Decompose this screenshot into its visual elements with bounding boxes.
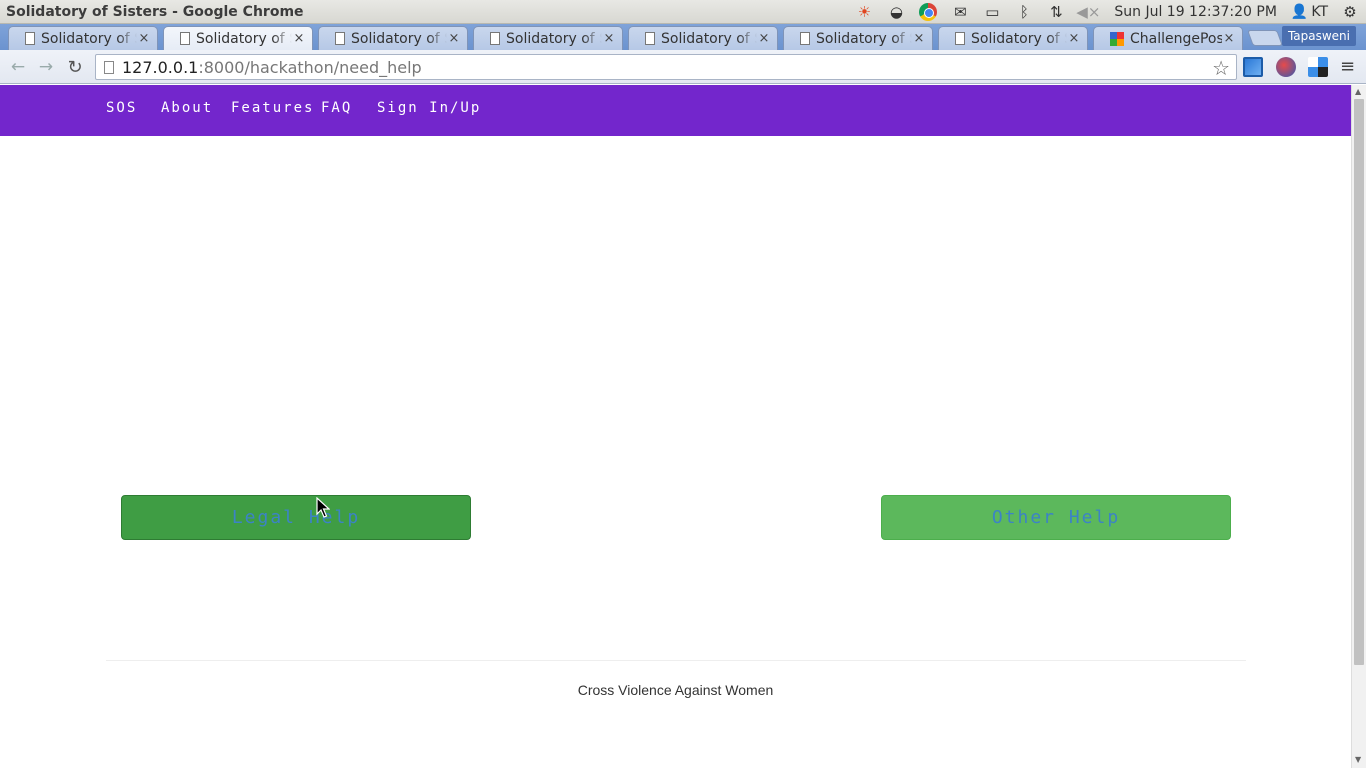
close-icon[interactable]: × bbox=[757, 31, 771, 46]
close-icon[interactable]: × bbox=[1222, 31, 1236, 46]
close-icon[interactable]: × bbox=[1067, 31, 1081, 46]
system-tray: ☀ ◒ ✉ ▭ ᛒ ⇅ ◀× Sun Jul 19 12:37:20 PM 👤 … bbox=[848, 0, 1366, 24]
back-button[interactable]: ← bbox=[7, 56, 29, 78]
url-host: 127.0.0.1 bbox=[122, 57, 199, 77]
forward-button[interactable]: → bbox=[35, 56, 57, 78]
tab-label: ChallengePost bbox=[1130, 30, 1222, 47]
tab-label: Solidatory of S bbox=[971, 30, 1067, 47]
chrome-menu-icon[interactable]: ≡ bbox=[1340, 58, 1358, 76]
page-viewport: SOS About Features FAQ Sign In/Up Legal … bbox=[0, 85, 1351, 768]
site-navbar: SOS About Features FAQ Sign In/Up bbox=[0, 85, 1351, 136]
transfer-icon[interactable]: ⇅ bbox=[1040, 0, 1072, 24]
reload-button[interactable]: ↻ bbox=[64, 56, 86, 78]
tab-label: Solidatory of S bbox=[351, 30, 447, 47]
other-help-button[interactable]: Other Help bbox=[881, 495, 1231, 540]
page-icon bbox=[335, 32, 345, 45]
bookmark-star-icon[interactable]: ☆ bbox=[1212, 56, 1230, 80]
mail-icon[interactable]: ✉ bbox=[944, 0, 976, 24]
mouse-cursor-icon bbox=[316, 497, 330, 518]
sun-icon[interactable]: ☀ bbox=[848, 0, 880, 24]
close-icon[interactable]: × bbox=[602, 31, 616, 46]
tab-label: Solidatory of S bbox=[661, 30, 757, 47]
nav-link-about[interactable]: About bbox=[161, 100, 213, 116]
browser-tab[interactable]: Solidatory of S × bbox=[938, 26, 1088, 50]
page-icon bbox=[645, 32, 655, 45]
browser-tab[interactable]: Solidatory of S × bbox=[8, 26, 158, 50]
user-name: KT bbox=[1311, 4, 1328, 20]
page-icon bbox=[25, 32, 35, 45]
extension-icon[interactable] bbox=[1308, 57, 1328, 77]
close-icon[interactable]: × bbox=[137, 31, 151, 46]
browser-toolbar: ← → ↻ 127.0.0.1:8000/hackathon/need_help… bbox=[0, 50, 1366, 84]
browser-tab[interactable]: Solidatory of S × bbox=[473, 26, 623, 50]
tab-label: Solidatory of S bbox=[41, 30, 137, 47]
new-tab-button[interactable] bbox=[1247, 30, 1283, 46]
scroll-thumb[interactable] bbox=[1354, 99, 1364, 665]
user-menu[interactable]: 👤 KT bbox=[1285, 4, 1334, 20]
tab-label: Solidatory of S bbox=[506, 30, 602, 47]
browser-tab[interactable]: ChallengePost × bbox=[1093, 26, 1243, 50]
close-icon[interactable]: × bbox=[447, 31, 461, 46]
window-title: Solidatory of Sisters - Google Chrome bbox=[6, 3, 304, 20]
tab-strip: Solidatory of S × Solidatory of S × Soli… bbox=[0, 24, 1366, 50]
url-path: :8000/hackathon/need_help bbox=[198, 57, 422, 77]
page-scrollbar[interactable]: ▲ ▼ bbox=[1351, 85, 1366, 768]
extension-icon[interactable] bbox=[1276, 57, 1296, 77]
volume-muted-icon[interactable]: ◀× bbox=[1072, 0, 1104, 24]
battery-icon[interactable]: ▭ bbox=[976, 0, 1008, 24]
page-icon bbox=[955, 32, 965, 45]
tab-label: Solidatory of S bbox=[196, 30, 292, 47]
challengepost-icon bbox=[1110, 31, 1124, 46]
scroll-up-icon[interactable]: ▲ bbox=[1355, 87, 1361, 96]
close-icon[interactable]: × bbox=[912, 31, 926, 46]
power-gear-icon[interactable]: ⚙ bbox=[1334, 0, 1366, 24]
nav-link-features[interactable]: Features bbox=[231, 100, 314, 116]
page-icon bbox=[490, 32, 500, 45]
nav-link-sos[interactable]: SOS bbox=[106, 100, 137, 116]
profile-badge[interactable]: Tapasweni bbox=[1281, 26, 1356, 46]
nav-link-faq[interactable]: FAQ bbox=[321, 100, 352, 116]
footer-text: Cross Violence Against Women bbox=[577, 682, 774, 698]
extension-icon[interactable] bbox=[1243, 57, 1263, 77]
scroll-down-icon[interactable]: ▼ bbox=[1355, 755, 1361, 764]
clock[interactable]: Sun Jul 19 12:37:20 PM bbox=[1104, 4, 1285, 20]
bluetooth-icon[interactable]: ᛒ bbox=[1008, 0, 1040, 24]
address-bar[interactable]: 127.0.0.1:8000/hackathon/need_help ☆ bbox=[95, 54, 1237, 80]
page-icon bbox=[180, 32, 190, 45]
browser-tab[interactable]: Solidatory of S × bbox=[628, 26, 778, 50]
chrome-icon[interactable] bbox=[912, 0, 944, 24]
network-icon[interactable]: ◒ bbox=[880, 0, 912, 24]
os-top-panel: Solidatory of Sisters - Google Chrome ☀ … bbox=[0, 0, 1366, 24]
browser-tab-active[interactable]: Solidatory of S × bbox=[163, 26, 313, 50]
browser-tab[interactable]: Solidatory of S × bbox=[318, 26, 468, 50]
browser-tab[interactable]: Solidatory of S × bbox=[783, 26, 933, 50]
nav-link-sign-in-up[interactable]: Sign In/Up bbox=[377, 100, 481, 116]
footer-divider bbox=[106, 660, 1246, 661]
close-icon[interactable]: × bbox=[292, 31, 306, 46]
tab-label: Solidatory of S bbox=[816, 30, 912, 47]
user-icon: 👤 bbox=[1290, 4, 1309, 20]
page-icon bbox=[104, 60, 114, 74]
legal-help-button[interactable]: Legal Help bbox=[121, 495, 471, 540]
page-icon bbox=[800, 32, 810, 45]
